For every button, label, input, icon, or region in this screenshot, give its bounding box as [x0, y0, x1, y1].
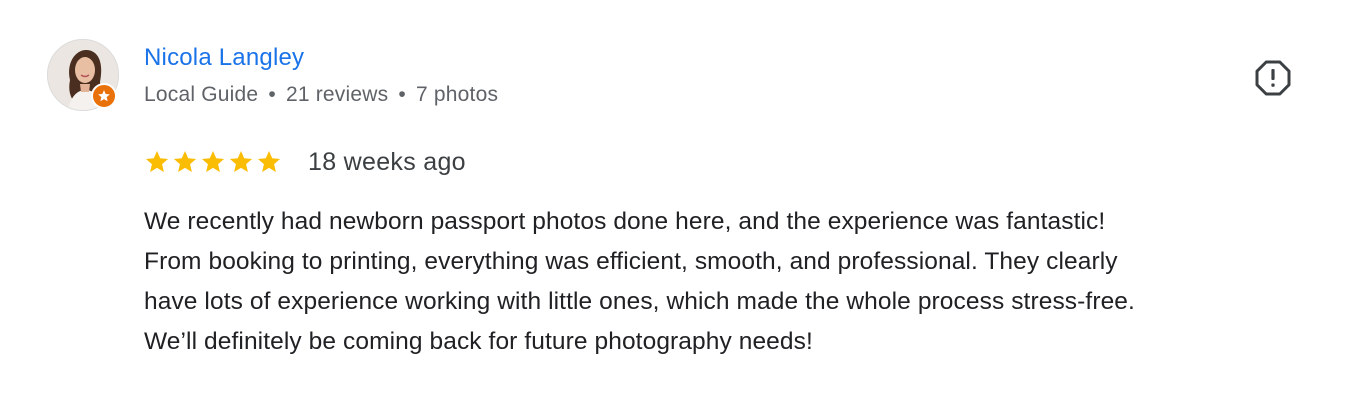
reviewer-name[interactable]: Nicola Langley [144, 44, 304, 72]
review-age: 18 weeks ago [308, 147, 466, 176]
review-text-line: We’ll definitely be coming back for futu… [144, 328, 813, 355]
star-icon [257, 150, 281, 172]
rating-row: 18 weeks ago [144, 146, 466, 178]
review-text-line: From booking to printing, everything was… [144, 248, 1118, 275]
star-rating [144, 149, 282, 175]
star-icon [201, 150, 225, 172]
star-icon [145, 150, 169, 172]
meta-separator: • [398, 83, 406, 106]
report-flag-button[interactable] [1253, 58, 1293, 98]
review-text-line: We recently had newborn passport photos … [144, 208, 1106, 235]
reviewer-photo-count: 7 photos [415, 83, 499, 106]
review-text: We recently had newborn passport photos … [144, 202, 1334, 362]
reviewer-role: Local Guide [144, 83, 259, 106]
review-text-line: have lots of experience working with lit… [144, 288, 1135, 315]
report-flag-icon [1255, 60, 1291, 96]
review-card: Nicola Langley Local Guide • 21 reviews … [0, 0, 1370, 406]
local-guide-star-icon [91, 83, 117, 109]
reviewer-avatar[interactable] [47, 39, 119, 111]
star-icon [229, 150, 253, 172]
meta-separator: • [268, 83, 276, 106]
reviewer-meta: Local Guide • 21 reviews • 7 photos [144, 83, 498, 107]
reviewer-review-count: 21 reviews [285, 83, 389, 106]
star-icon [173, 150, 197, 172]
